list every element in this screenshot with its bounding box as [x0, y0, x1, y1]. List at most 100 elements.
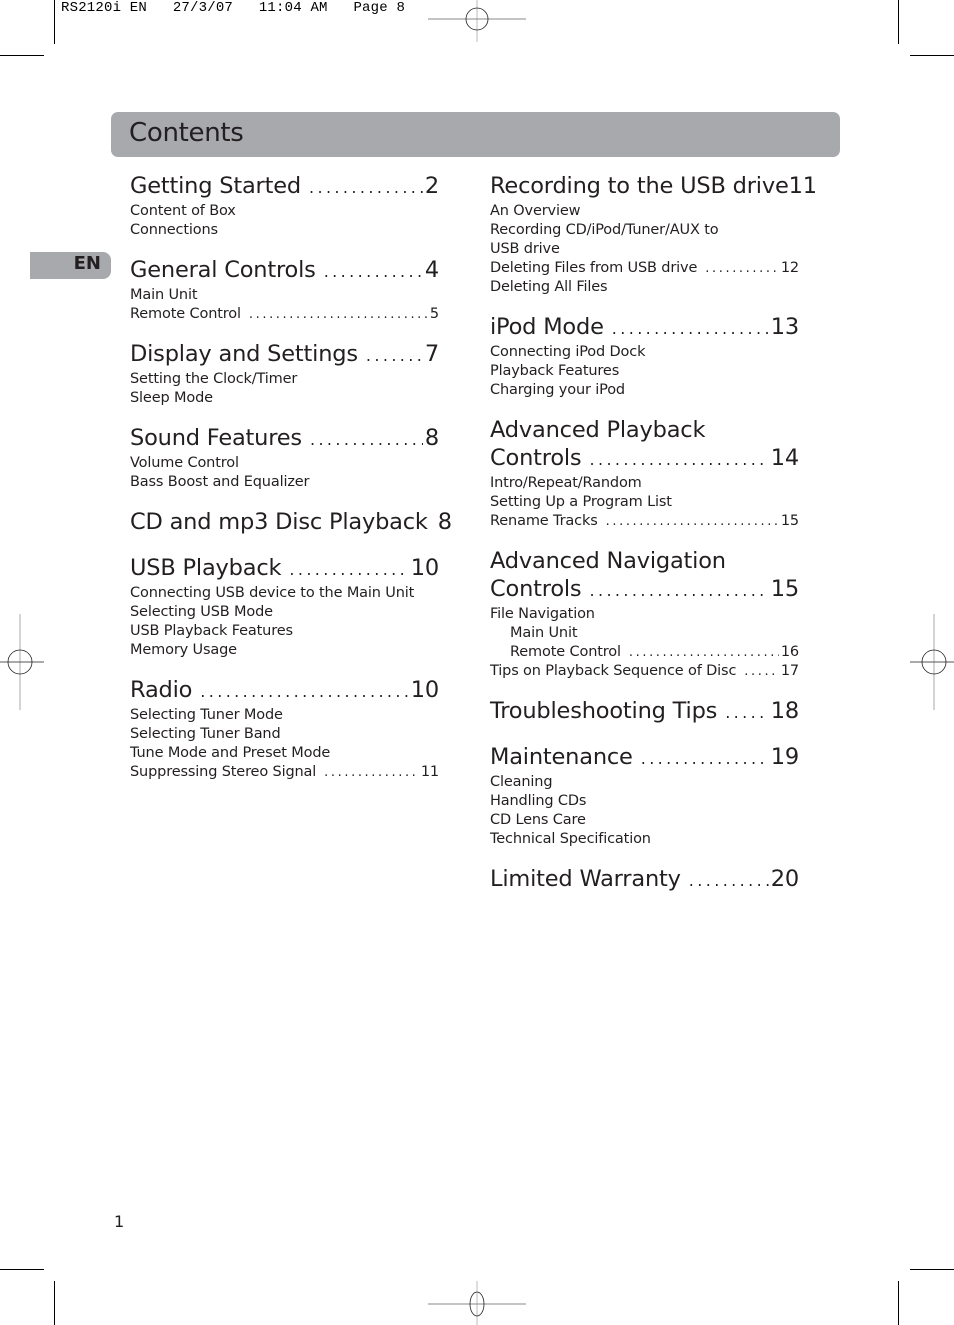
toc-section-title-text: Getting Started	[130, 173, 301, 199]
toc-section-title[interactable]: Sound Features 8	[130, 424, 439, 454]
toc-subsection-label: Cleaning	[490, 774, 553, 790]
dot-leader	[629, 643, 779, 662]
toc-subsection[interactable]: Technical Specification	[490, 830, 799, 849]
toc-subsection[interactable]: Connecting USB device to the Main Unit	[130, 584, 439, 603]
toc-section: Recording to the USB drive 11 An Overview R…	[490, 172, 817, 297]
dot-leader	[324, 763, 419, 782]
toc-subsection[interactable]: USB Playback Features	[130, 622, 439, 641]
toc-section-title-line1[interactable]: Advanced Navigation	[490, 547, 799, 575]
toc-subsection[interactable]: Setting the Clock/Timer	[130, 370, 439, 389]
crop-mark-bottom-left-v	[54, 1281, 55, 1325]
toc-subsection[interactable]: Connecting iPod Dock	[490, 343, 799, 362]
registration-mark-bottom	[428, 1281, 526, 1325]
toc-subsection[interactable]: Selecting Tuner Band	[130, 725, 439, 744]
toc-section-title-text: Controls	[490, 445, 582, 471]
toc-subsection-label: Tips on Playback Sequence of Disc	[490, 663, 737, 679]
toc-section: Getting Started 2 Content of Box Connection…	[130, 172, 439, 240]
toc-section-title[interactable]: Getting Started 2	[130, 172, 439, 202]
toc-section-title-text: CD and mp3 Disc Playback	[130, 509, 428, 535]
toc-subsection[interactable]: An Overview	[490, 202, 799, 221]
dot-leader	[200, 678, 409, 706]
toc-section-page: 13	[770, 314, 799, 340]
toc-subsection-page: 12	[780, 260, 799, 276]
toc-subsection-label: CD Lens Care	[490, 812, 586, 828]
toc-section-title[interactable]: USB Playback 10	[130, 554, 439, 584]
toc-subsection-label: Connections	[130, 222, 218, 238]
toc-subsection[interactable]: Tune Mode and Preset Mode	[130, 744, 439, 763]
toc-subsection[interactable]: Selecting USB Mode	[130, 603, 439, 622]
toc-subsection-label: Selecting USB Mode	[130, 604, 273, 620]
toc-subsection[interactable]: Main Unit	[130, 286, 439, 305]
toc-subsection-page: 5	[429, 306, 439, 322]
toc-subsection[interactable]: Remote Control 5	[130, 305, 439, 324]
toc-subsection[interactable]: Suppressing Stereo Signal 11	[130, 763, 439, 782]
toc-subsection-label: Recording CD/iPod/Tuner/AUX to	[490, 222, 719, 238]
registration-mark-top	[428, 0, 526, 42]
toc-subsection-label: Bass Boost and Equalizer	[130, 474, 310, 490]
toc-section-title-text: Radio	[130, 677, 193, 703]
toc-section-page: 8	[424, 425, 439, 451]
toc-section-title[interactable]: Controls 15	[490, 575, 799, 605]
dot-leader	[310, 426, 423, 454]
toc-subsection-label: Connecting USB device to the Main Unit	[130, 585, 415, 601]
crop-mark-bottom-right-v	[898, 1281, 899, 1325]
toc-subsection[interactable]: Setting Up a Program List	[490, 493, 799, 512]
toc-subsection[interactable]: Main Unit	[490, 624, 799, 643]
toc-subsection[interactable]: Content of Box	[130, 202, 439, 221]
toc-section: iPod Mode 13 Connecting iPod Dock Playback …	[490, 313, 799, 400]
toc-subsection[interactable]: Playback Features	[490, 362, 799, 381]
toc-subsection[interactable]: Bass Boost and Equalizer	[130, 473, 439, 492]
toc-subsection[interactable]: Selecting Tuner Mode	[130, 706, 439, 725]
toc-section: Maintenance 19 Cleaning Handling CDs CD Lens…	[490, 743, 799, 849]
toc-subsection[interactable]: Cleaning	[490, 773, 799, 792]
toc-section-title-text: Controls	[490, 576, 582, 602]
toc-section-title[interactable]: Limited Warranty 20	[490, 865, 799, 895]
toc-subsection-label: Technical Specification	[490, 831, 651, 847]
toc-subsection[interactable]: Rename Tracks 15	[490, 512, 799, 531]
toc-subsection[interactable]: Remote Control 16	[490, 643, 799, 662]
toc-subsection-page: 15	[780, 513, 799, 529]
toc-subsection[interactable]: File Navigation	[490, 605, 799, 624]
toc-subsection[interactable]: Memory Usage	[130, 641, 439, 660]
toc-section-title[interactable]: Radio 10	[130, 676, 439, 706]
toc-section-title-text: Limited Warranty	[490, 866, 681, 892]
toc-section-title[interactable]: General Controls 4	[130, 256, 439, 286]
toc-subsection[interactable]: USB drive	[490, 240, 799, 259]
toc-section: Sound Features 8 Volume Control Bass Boost …	[130, 424, 439, 492]
toc-subsection[interactable]: Intro/Repeat/Random	[490, 474, 799, 493]
toc-subsection-label: Setting Up a Program List	[490, 494, 672, 510]
dot-leader	[725, 699, 769, 727]
toc-subsection-label: USB Playback Features	[130, 623, 293, 639]
toc-subsection[interactable]: Sleep Mode	[130, 389, 439, 408]
dot-leader	[612, 315, 769, 343]
toc-section-page: 10	[410, 677, 439, 703]
toc-subsection-label: Remote Control	[130, 306, 241, 322]
toc-section-title[interactable]: Troubleshooting Tips 18	[490, 697, 799, 727]
toc-subsection[interactable]: Volume Control	[130, 454, 439, 473]
toc-section-title[interactable]: Controls 14	[490, 444, 799, 474]
toc-subsection-label: Suppressing Stereo Signal	[130, 764, 317, 780]
toc-subsection[interactable]: Handling CDs	[490, 792, 799, 811]
toc-section-title[interactable]: iPod Mode 13	[490, 313, 799, 343]
toc-subsection[interactable]: Recording CD/iPod/Tuner/AUX to	[490, 221, 799, 240]
toc-section: Advanced NavigationControls 15 File Naviga…	[490, 547, 799, 681]
toc-subsection[interactable]: Deleting All Files	[490, 278, 799, 297]
toc-section-title[interactable]: CD and mp3 Disc Playback 8	[130, 508, 452, 538]
toc-subsection-label: Volume Control	[130, 455, 239, 471]
toc-subsection[interactable]: Tips on Playback Sequence of Disc 17	[490, 662, 799, 681]
toc-subsection[interactable]: Connections	[130, 221, 439, 240]
toc-section-title[interactable]: Display and Settings 7	[130, 340, 439, 370]
toc-subsection[interactable]: Deleting Files from USB drive 12	[490, 259, 799, 278]
toc-subsection[interactable]: CD Lens Care	[490, 811, 799, 830]
toc-section: Troubleshooting Tips 18	[490, 697, 799, 727]
toc-section-title[interactable]: Recording to the USB drive 11	[490, 172, 817, 202]
dot-leader	[641, 745, 769, 773]
toc-section-page: 15	[770, 576, 799, 602]
toc-section-title-line1[interactable]: Advanced Playback	[490, 416, 799, 444]
page-number: 1	[114, 1212, 125, 1231]
crop-mark-bottom-left-h	[0, 1269, 44, 1270]
toc-subsection[interactable]: Charging your iPod	[490, 381, 799, 400]
crop-mark-top-right-v	[898, 0, 899, 44]
toc-subsection-label: Selecting Tuner Mode	[130, 707, 283, 723]
toc-section-title[interactable]: Maintenance 19	[490, 743, 799, 773]
